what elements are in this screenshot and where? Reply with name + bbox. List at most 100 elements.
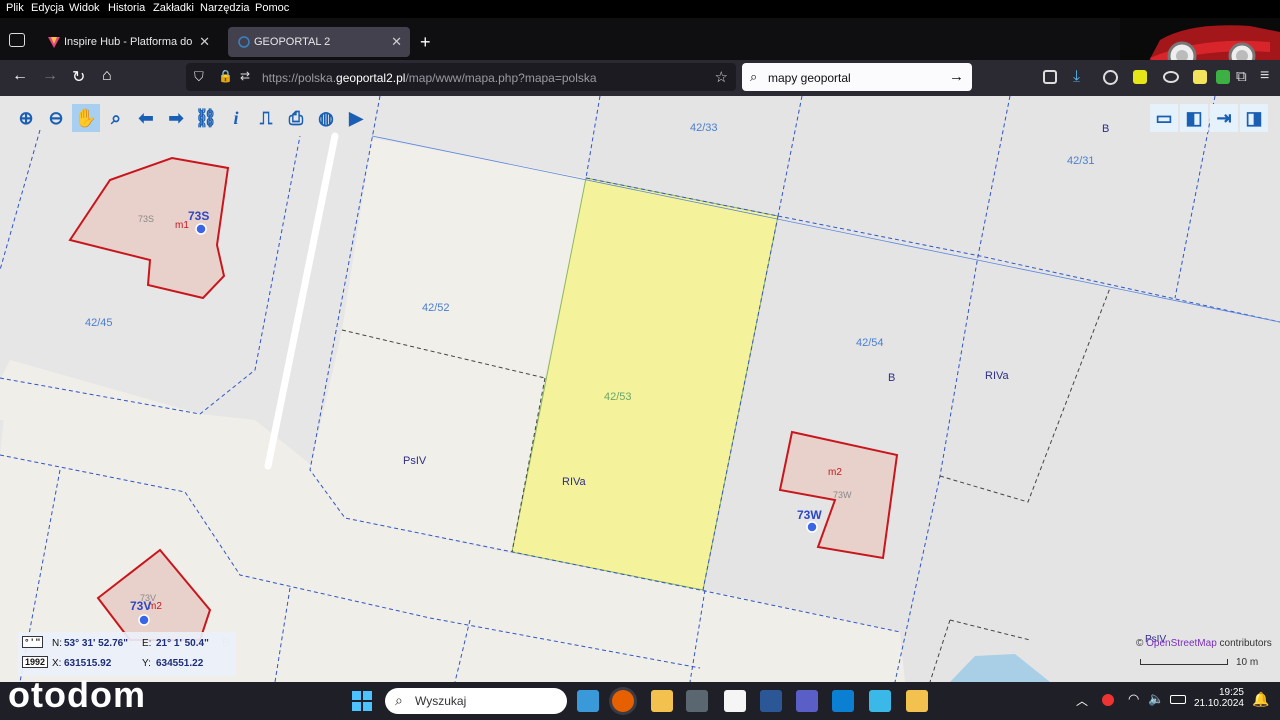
zoom-extent-icon[interactable]: ⌕ <box>102 104 130 132</box>
wifi-icon[interactable]: ◠ <box>1128 691 1139 707</box>
previous-view-icon[interactable]: ⬅ <box>132 104 160 132</box>
copyright-symbol: © <box>1136 638 1144 649</box>
link-icon[interactable]: ⛓ <box>192 104 220 132</box>
search-go-icon[interactable]: → <box>949 68 964 85</box>
menu-view[interactable]: Widok <box>69 2 100 14</box>
battery-icon[interactable] <box>1170 695 1186 704</box>
inspire-favicon-icon <box>48 37 60 48</box>
parcel-label: 42/33 <box>690 122 718 134</box>
notes-icon[interactable] <box>869 690 891 712</box>
tab-close-icon[interactable]: ✕ <box>199 34 210 50</box>
folder-icon[interactable] <box>906 690 928 712</box>
osm-link[interactable]: OpenStreetMap <box>1146 638 1217 649</box>
remote-desktop-icon[interactable] <box>760 690 782 712</box>
parcel-label: 42/52 <box>422 302 450 314</box>
extension-eye-icon[interactable] <box>1163 71 1179 83</box>
tab-geoportal[interactable]: GEOPORTAL 2 ✕ <box>228 27 410 57</box>
info-icon[interactable]: i <box>222 104 250 132</box>
account-icon[interactable] <box>1103 70 1118 85</box>
time: 19:25 <box>1218 687 1244 698</box>
extension-green-icon[interactable] <box>1216 70 1230 84</box>
search-icon: ⌕ <box>750 69 758 84</box>
x-label: X: <box>52 658 62 669</box>
coordinates-panel: ° ' '' N: 53° 31' 52.76" E: 21° 1' 50.4"… <box>18 632 236 676</box>
permissions-icon[interactable]: ⇄ <box>240 69 250 83</box>
menu-bar: Plik Edycja Widok Historia Zakładki Narz… <box>0 0 1280 18</box>
tab-close-icon[interactable]: ✕ <box>391 34 402 50</box>
windows-taskbar: ⌕ Wyszukaj ︿ ◠ 🔈 19:25 21.10.2024 🔔 <box>0 682 1280 720</box>
panel-arrow-icon[interactable]: ⇥ <box>1210 104 1238 132</box>
menu-file[interactable]: Plik <box>6 2 24 14</box>
firefox-icon[interactable] <box>612 690 634 712</box>
bookmark-star-icon[interactable]: ☆ <box>715 68 728 86</box>
pan-hand-icon[interactable]: ✋ <box>72 104 100 132</box>
url-bar[interactable]: ⛉ 🔒 ⇄ https://polska.geoportal2.pl/map/w… <box>186 63 736 91</box>
layout-left-icon[interactable]: ◧ <box>1180 104 1208 132</box>
tray-security-icon[interactable] <box>1102 694 1114 706</box>
search-value: mapy geoportal <box>768 71 851 85</box>
tray-chevron-icon[interactable]: ︿ <box>1076 692 1088 709</box>
layout-right-icon[interactable]: ◨ <box>1240 104 1268 132</box>
address-label: 73W <box>833 490 852 500</box>
landuse-label: RIVa <box>985 370 1009 382</box>
layout-top-icon[interactable]: ▭ <box>1150 104 1178 132</box>
pocket-icon[interactable] <box>1043 70 1057 84</box>
notifications-bell-icon[interactable]: 🔔 <box>1252 691 1269 708</box>
notepad-icon[interactable] <box>724 690 746 712</box>
taskbar-search[interactable]: ⌕ Wyszukaj <box>385 688 567 714</box>
volume-icon[interactable]: 🔈 <box>1148 691 1164 707</box>
download-icon[interactable]: ⤓ <box>1073 68 1080 86</box>
extensions-puzzle-icon[interactable]: ⧉ <box>1236 68 1247 85</box>
globe-icon[interactable]: ◍ <box>312 104 340 132</box>
zoom-in-icon[interactable]: ⊕ <box>12 104 40 132</box>
cadastral-map[interactable] <box>0 96 1280 682</box>
parcel-label: 42/53 <box>604 391 632 403</box>
print-icon[interactable]: ⎙ <box>282 104 310 132</box>
home-icon[interactable]: ⌂ <box>102 67 112 85</box>
new-tab-button[interactable]: + <box>420 32 431 53</box>
menu-help[interactable]: Pomoc <box>255 2 289 14</box>
forward-arrow-icon[interactable]: → <box>42 67 58 85</box>
map-viewport[interactable]: 42/33 42/31 42/52 42/53 42/54 42/45 B B … <box>0 96 1280 682</box>
desktop-icon[interactable] <box>577 690 599 712</box>
attribution: © OpenStreetMap contributors <box>1136 638 1276 649</box>
building-type-label: m1 <box>175 220 189 231</box>
n-label: N: <box>52 638 62 649</box>
address-label: 73S <box>138 214 155 224</box>
degree-format-toggle[interactable]: ° ' '' <box>22 636 44 648</box>
teams-icon[interactable] <box>796 690 818 712</box>
search-bar[interactable]: ⌕ mapy geoportal → <box>742 63 972 91</box>
start-windows-icon[interactable] <box>352 691 372 711</box>
menu-edit[interactable]: Edycja <box>31 2 64 14</box>
menu-tools[interactable]: Narzędzia <box>200 2 250 14</box>
scale-label: 10 m <box>1236 657 1259 668</box>
taskbar-search-placeholder: Wyszukaj <box>415 694 467 708</box>
lock-icon[interactable]: 🔒 <box>218 69 233 83</box>
address-label: 73V <box>140 593 157 603</box>
store-icon[interactable] <box>832 690 854 712</box>
back-arrow-icon[interactable]: ← <box>12 67 28 85</box>
extension-zoom-icon[interactable] <box>1133 70 1147 84</box>
zoom-out-icon[interactable]: ⊖ <box>42 104 70 132</box>
building-number-label: 73S <box>188 209 210 223</box>
video-camera-icon[interactable]: ▶ <box>342 104 370 132</box>
file-explorer-icon[interactable] <box>651 690 673 712</box>
url-prefix: https://polska. <box>262 71 337 85</box>
menu-bookmarks[interactable]: Zakładki <box>153 2 194 14</box>
tab-bar: Inspire Hub - Platforma do pub ✕ GEOPORT… <box>0 18 1280 78</box>
reload-icon[interactable]: ↻ <box>72 67 85 87</box>
clock[interactable]: 19:25 21.10.2024 <box>1192 687 1244 709</box>
calculator-icon[interactable] <box>686 690 708 712</box>
coord-system-toggle[interactable]: 1992 <box>22 656 49 668</box>
measure-icon[interactable]: ⎍ <box>252 104 280 132</box>
scale-bar <box>1140 659 1228 665</box>
search-icon: ⌕ <box>395 692 403 708</box>
tab-list-icon[interactable] <box>9 33 25 47</box>
tab-inspire-hub[interactable]: Inspire Hub - Platforma do pub ✕ <box>38 27 218 57</box>
shield-icon[interactable]: ⛉ <box>194 69 204 85</box>
extension-screenshot-icon[interactable] <box>1193 70 1207 84</box>
next-view-icon[interactable]: ➡ <box>162 104 190 132</box>
menu-history[interactable]: Historia <box>108 2 145 14</box>
app-menu-icon[interactable]: ≡ <box>1260 67 1269 85</box>
x-value: 631515.92 <box>64 658 112 669</box>
